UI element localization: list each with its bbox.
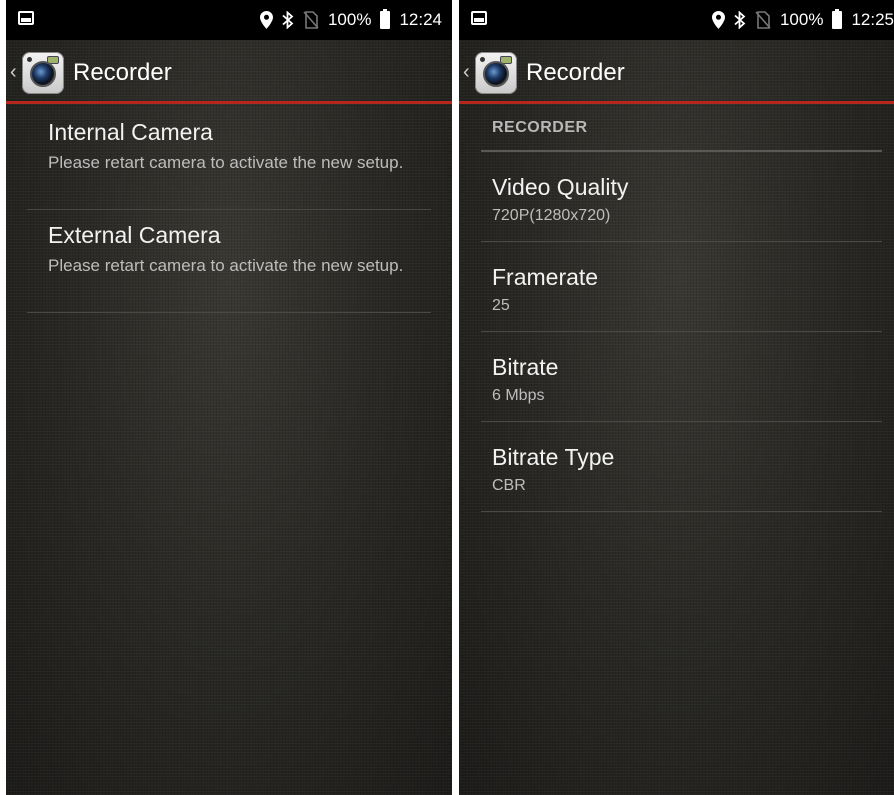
action-bar-divider [459, 101, 894, 104]
location-pin-icon [259, 11, 273, 29]
location-pin-icon [711, 11, 725, 29]
setting-framerate[interactable]: Framerate 25 [481, 242, 882, 332]
setting-value: 720P(1280x720) [492, 207, 611, 224]
list-item-title: Internal Camera [48, 119, 213, 145]
category-header: RECORDER [481, 107, 882, 152]
recorder-settings-list: RECORDER Video Quality 720P(1280x720) Fr… [459, 107, 894, 512]
clock: 12:24 [399, 10, 442, 29]
photo-notification-icon [18, 11, 34, 25]
camera-app-icon[interactable] [475, 52, 517, 94]
setting-title: Framerate [492, 264, 599, 290]
setting-video-quality[interactable]: Video Quality 720P(1280x720) [481, 152, 882, 242]
chevron-left-icon[interactable]: ‹ [10, 62, 17, 82]
action-bar-divider [6, 101, 452, 104]
app-title: Recorder [73, 59, 172, 86]
setting-title: Video Quality [492, 174, 629, 200]
list-item-internal-camera[interactable]: Internal Camera Please retart camera to … [27, 107, 431, 210]
list-item-summary: Please retart camera to activate the new… [48, 256, 404, 275]
status-icons: 100% 12:24 [259, 0, 442, 40]
battery-percent: 100% [327, 10, 372, 29]
setting-bitrate[interactable]: Bitrate 6 Mbps [481, 332, 882, 422]
camera-list: Internal Camera Please retart camera to … [6, 107, 452, 313]
status-icons: 100% 12:25 [711, 0, 894, 40]
battery-percent: 100% [779, 10, 824, 29]
battery-icon [832, 9, 843, 29]
setting-value: CBR [492, 477, 526, 494]
list-item-summary: Please retart camera to activate the new… [48, 153, 404, 172]
list-item-external-camera[interactable]: External Camera Please retart camera to … [27, 210, 431, 313]
list-item-title: External Camera [48, 222, 221, 248]
bluetooth-icon [282, 11, 294, 29]
no-sim-icon [303, 11, 319, 29]
status-bar: 100% 12:25 [459, 0, 894, 40]
camera-app-icon[interactable] [22, 52, 64, 94]
left-phone-screen: 100% 12:24 ‹ Recorder Internal Camera Pl… [6, 0, 452, 795]
action-bar: ‹ Recorder [459, 40, 894, 104]
right-phone-screen: 100% 12:25 ‹ Recorder RECORDER Video Qua… [459, 0, 894, 795]
setting-title: Bitrate Type [492, 444, 615, 470]
setting-title: Bitrate [492, 354, 559, 380]
photo-notification-icon [471, 11, 487, 25]
setting-value: 6 Mbps [492, 387, 545, 404]
setting-bitrate-type[interactable]: Bitrate Type CBR [481, 422, 882, 512]
app-title: Recorder [526, 59, 625, 86]
action-bar: ‹ Recorder [6, 40, 452, 104]
battery-icon [380, 9, 391, 29]
setting-value: 25 [492, 297, 510, 314]
status-bar: 100% 12:24 [6, 0, 452, 40]
clock: 12:25 [851, 10, 894, 29]
no-sim-icon [755, 11, 771, 29]
chevron-left-icon[interactable]: ‹ [463, 62, 470, 82]
category-title: RECORDER [492, 119, 588, 136]
bluetooth-icon [734, 11, 746, 29]
